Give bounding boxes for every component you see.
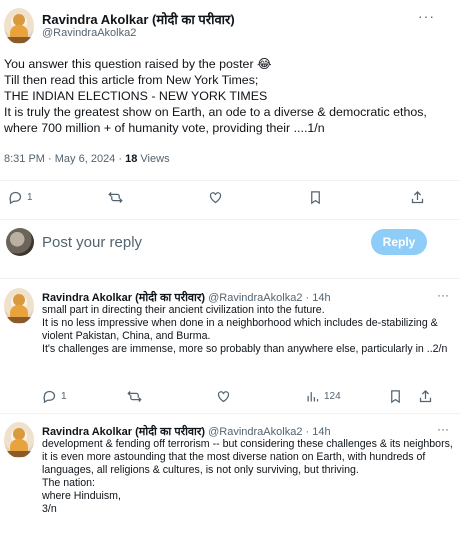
reply-composer: Post your reply Reply <box>0 224 460 264</box>
like-icon <box>217 391 230 403</box>
divider <box>0 219 460 220</box>
like-action[interactable] <box>216 389 231 404</box>
reply-action-bar: 1 124 <box>0 389 460 409</box>
more-options-icon[interactable]: ··· <box>437 422 449 436</box>
tweet-meta: 8:31 PM · May 6, 2024 · 18 Views <box>4 153 170 165</box>
reply-author-name[interactable]: Ravindra Akolkar (मोदी का परीवार) <box>42 292 205 304</box>
tweet-time[interactable]: 8:31 PM <box>4 153 45 165</box>
reply-text: small part in directing their ancient ci… <box>42 304 448 355</box>
meta-separator: · <box>118 153 123 165</box>
reply-author-name[interactable]: Ravindra Akolkar (मोदी का परीवार) <box>42 426 205 438</box>
reply-icon <box>9 191 22 205</box>
reply-icon <box>43 390 56 404</box>
reply-action[interactable]: 1 <box>8 190 33 205</box>
reply-text: development & fending off terrorism -- b… <box>42 438 453 515</box>
reply-dot: · <box>305 292 310 304</box>
views-count: 18 <box>125 153 138 165</box>
tweet-date[interactable]: May 6, 2024 <box>55 153 116 165</box>
reply-count: 1 <box>61 391 67 402</box>
avatar-base <box>7 451 31 457</box>
divider <box>0 278 460 279</box>
tweet-action-bar: 1 <box>0 190 460 210</box>
divider <box>0 413 460 414</box>
reply-count: 1 <box>27 192 33 203</box>
views-count: 124 <box>324 391 341 402</box>
reply-header: Ravindra Akolkar (मोदी का परीवार) @Ravin… <box>42 290 331 305</box>
reply-header: Ravindra Akolkar (मोदी का परीवार) @Ravin… <box>42 424 331 439</box>
share-action[interactable] <box>410 190 425 205</box>
bookmark-action[interactable] <box>308 190 323 205</box>
author-handle[interactable]: @RavindraAkolka2 <box>42 27 136 39</box>
retweet-icon <box>108 192 123 203</box>
more-options-icon[interactable]: ··· <box>418 8 435 24</box>
divider <box>0 180 460 181</box>
more-options-icon[interactable]: ··· <box>437 288 449 302</box>
like-icon <box>209 192 222 204</box>
reply-author-avatar[interactable] <box>4 288 34 324</box>
views-action[interactable]: 124 <box>305 389 341 404</box>
retweet-icon <box>127 391 142 402</box>
share-icon <box>411 190 424 204</box>
avatar-base <box>7 37 31 43</box>
share-icon <box>419 389 432 403</box>
reply-button[interactable]: Reply <box>371 229 427 255</box>
like-action[interactable] <box>208 190 223 205</box>
share-action[interactable] <box>418 389 433 404</box>
user-avatar[interactable] <box>6 228 34 256</box>
meta-separator: · <box>48 153 52 165</box>
reply-action[interactable]: 1 <box>42 389 67 404</box>
reply-time[interactable]: 14h <box>312 426 330 438</box>
retweet-action[interactable] <box>108 190 123 205</box>
reply-dot: · <box>305 426 310 438</box>
retweet-action[interactable] <box>127 389 142 404</box>
author-avatar[interactable] <box>4 8 34 44</box>
bookmark-icon <box>391 390 400 404</box>
author-name[interactable]: Ravindra Akolkar (मोदी का परीवार) <box>42 10 235 28</box>
reply-time[interactable]: 14h <box>312 292 330 304</box>
reply-author-handle[interactable]: @RavindraAkolka2 <box>208 426 302 438</box>
bookmark-action[interactable] <box>388 389 403 404</box>
analytics-icon <box>307 392 319 402</box>
reply-author-avatar[interactable] <box>4 422 34 458</box>
bookmark-icon <box>311 191 320 205</box>
reply-input[interactable]: Post your reply <box>42 234 142 251</box>
reply-tweet[interactable]: Ravindra Akolkar (मोदी का परीवार) @Ravin… <box>0 422 460 547</box>
tweet-body: You answer this question raised by the p… <box>4 57 427 135</box>
avatar-base <box>7 317 31 323</box>
reply-author-handle[interactable]: @RavindraAkolka2 <box>208 292 302 304</box>
views-label: Views <box>140 153 170 165</box>
